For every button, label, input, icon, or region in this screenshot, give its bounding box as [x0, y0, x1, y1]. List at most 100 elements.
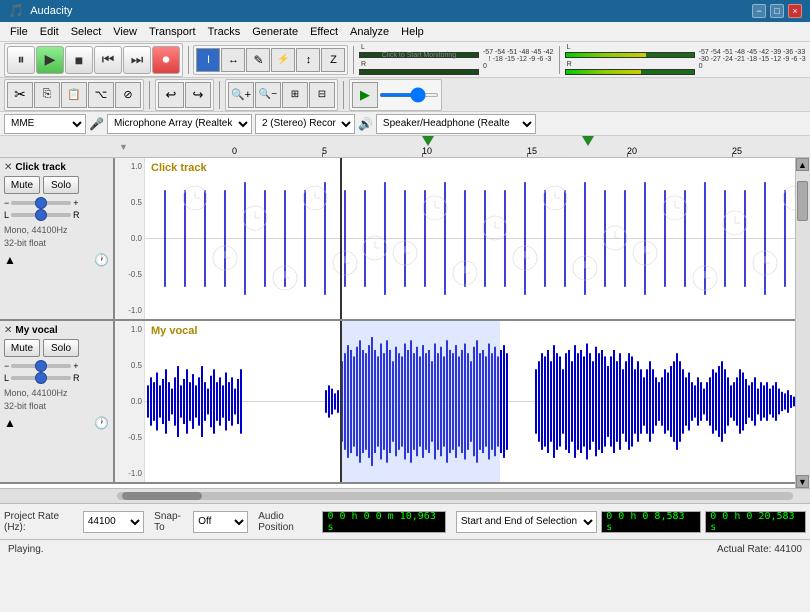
paste-button[interactable]: 📋 [61, 82, 87, 108]
green-playback: ▶ [349, 79, 442, 111]
mic-icon: 🎤 [89, 117, 104, 131]
tool-selection[interactable]: ↔ [221, 48, 245, 72]
scroll-up-button[interactable]: ▲ [796, 158, 809, 171]
transport-toolbar: ⏸ ▶ ■ ⏮ ⏭ ⏺ I ↔ ✎ ⚡ ↕ Z L Click to Start… [0, 42, 810, 78]
vocal-track-name: My vocal [15, 325, 57, 336]
silence-button[interactable]: ⊘ [115, 82, 141, 108]
vocal-pan-slider[interactable] [11, 376, 71, 380]
vocal-y-axis: 1.0 0.5 0.0 -0.5 -1.0 [115, 321, 145, 482]
tick-line-25 [732, 153, 733, 158]
minimize-button[interactable]: − [752, 4, 766, 18]
vertical-scrollbar[interactable]: ▲ ▼ [795, 158, 810, 488]
click-gain-slider[interactable] [11, 201, 71, 205]
record-button[interactable]: ⏺ [152, 46, 180, 74]
pause-button[interactable]: ⏸ [7, 46, 35, 74]
vocal-settings-icon[interactable]: 🕐 [94, 416, 109, 430]
copy-button[interactable]: ⎘ [34, 82, 60, 108]
cut-button[interactable]: ✂ [7, 82, 33, 108]
vocal-track-close[interactable]: ✕ [4, 325, 12, 336]
selection-start-display[interactable]: 0 0 h 0 8,583 s [601, 511, 701, 533]
undo-button[interactable]: ↩ [158, 82, 184, 108]
menu-transport[interactable]: Transport [143, 24, 202, 40]
stop-button[interactable]: ■ [65, 46, 93, 74]
status-left: Playing. [8, 544, 44, 555]
close-button[interactable]: × [788, 4, 802, 18]
snap-to-select[interactable]: Off Nearest [193, 511, 248, 533]
zoom-in-button[interactable]: 🔍+ [228, 82, 254, 108]
zoom-out-button[interactable]: 🔍− [255, 82, 281, 108]
audio-position-display[interactable]: 0 0 h 0 0 m 10,963 s [322, 511, 445, 533]
ruler-tick-20: 20 [627, 146, 637, 156]
menu-analyze[interactable]: Analyze [344, 24, 395, 40]
vocal-track-waveform[interactable]: 1.0 0.5 0.0 -0.5 -1.0 My vocal [115, 321, 795, 482]
ruler-tick-0: 0 [232, 146, 237, 156]
pan-r: R [73, 210, 80, 220]
channels-select[interactable]: 2 (Stereo) Recor 1 (Mono) [255, 114, 355, 134]
vocal-expand-icon[interactable]: ▲ [4, 416, 16, 430]
menu-select[interactable]: Select [65, 24, 108, 40]
selection-mode-select[interactable]: Start and End of Selection Start and Len… [456, 511, 597, 533]
click-mute-button[interactable]: Mute [4, 176, 40, 194]
vocal-solo-button[interactable]: Solo [43, 339, 79, 357]
ruler-tick-10: 10 [422, 146, 432, 156]
menu-effect[interactable]: Effect [304, 24, 344, 40]
vocal-gain-slider[interactable] [11, 364, 71, 368]
vocal-mute-button[interactable]: Mute [4, 339, 40, 357]
menu-edit[interactable]: Edit [34, 24, 65, 40]
zoom-fit-button[interactable]: ⊞ [282, 82, 308, 108]
menu-help[interactable]: Help [395, 24, 430, 40]
playback-speed-slider[interactable] [379, 93, 439, 97]
project-rate-select[interactable]: 44100 22050 48000 [83, 511, 144, 533]
click-track: ✕ Click track Mute Solo − + L R [0, 158, 795, 321]
ruler-ticks[interactable]: 0 5 10 15 20 25 30 [230, 136, 810, 158]
playhead [340, 158, 342, 319]
host-select[interactable]: MME DirectSound WASAPI [4, 114, 86, 134]
horizontal-scrollbar[interactable] [0, 488, 810, 503]
hscroll-thumb[interactable] [122, 492, 202, 500]
click-track-waveform[interactable]: 1.0 0.5 0.0 -0.5 -1.0 Click track [115, 158, 795, 319]
zoom-sel-button[interactable]: ⊟ [309, 82, 335, 108]
tool-zoom[interactable]: ⚡ [271, 48, 295, 72]
mic-select[interactable]: Microphone Array (Realtek [107, 114, 252, 134]
timeline-ruler[interactable]: ▼ 0 5 10 15 20 25 30 [0, 136, 810, 158]
edit-toolbar: ✂ ⎘ 📋 ⌥ ⊘ ↩ ↪ 🔍+ 🔍− ⊞ ⊟ ▶ [0, 78, 810, 112]
click-solo-button[interactable]: Solo [43, 176, 79, 194]
maximize-button[interactable]: □ [770, 4, 784, 18]
menu-generate[interactable]: Generate [246, 24, 304, 40]
click-track-close[interactable]: ✕ [4, 162, 12, 173]
vocal-track-controls: ✕ My vocal Mute Solo − + L R [0, 321, 115, 482]
vocal-track-info: Mono, 44100Hz32-bit float [4, 387, 109, 412]
tick-line-5 [322, 153, 323, 158]
trim-button[interactable]: ⌥ [88, 82, 114, 108]
click-track-name: Click track [15, 162, 66, 173]
click-pan-slider[interactable] [11, 213, 71, 217]
tool-draw[interactable]: ✎ [246, 48, 270, 72]
menu-view[interactable]: View [107, 24, 143, 40]
skip-forward-button[interactable]: ⏭ [123, 46, 151, 74]
titlebar: 🎵 Audacity − □ × [0, 0, 810, 22]
vocal-gain-minus: − [4, 361, 9, 371]
speaker-select[interactable]: Speaker/Headphone (Realte [376, 114, 536, 134]
status-right: Actual Rate: 44100 [717, 544, 802, 555]
click-expand-icon[interactable]: ▲ [4, 253, 16, 267]
vocal-playhead [340, 321, 342, 482]
menu-tracks[interactable]: Tracks [202, 24, 247, 40]
record-meter[interactable]: L Click to Start Monitoring R [359, 44, 479, 75]
zoom-tools: 🔍+ 🔍− ⊞ ⊟ [225, 79, 338, 111]
green-play-button[interactable]: ▶ [352, 82, 378, 108]
menu-file[interactable]: File [4, 24, 34, 40]
click-settings-icon[interactable]: 🕐 [94, 253, 109, 267]
scroll-thumb[interactable] [797, 181, 808, 221]
tool-multi[interactable]: Z [321, 48, 345, 72]
selection-region [340, 321, 500, 482]
tool-ibeam[interactable]: I [196, 48, 220, 72]
skip-back-button[interactable]: ⏮ [94, 46, 122, 74]
play-button[interactable]: ▶ [36, 46, 64, 74]
scroll-down-button[interactable]: ▼ [796, 475, 809, 488]
selection-end-display[interactable]: 0 0 h 0 20,583 s [705, 511, 806, 533]
vocal-gain-plus: + [73, 361, 78, 371]
playback-meter[interactable]: L R [565, 44, 695, 75]
tool-timeshift[interactable]: ↕ [296, 48, 320, 72]
redo-button[interactable]: ↪ [185, 82, 211, 108]
tracks-container[interactable]: ✕ Click track Mute Solo − + L R [0, 158, 795, 488]
